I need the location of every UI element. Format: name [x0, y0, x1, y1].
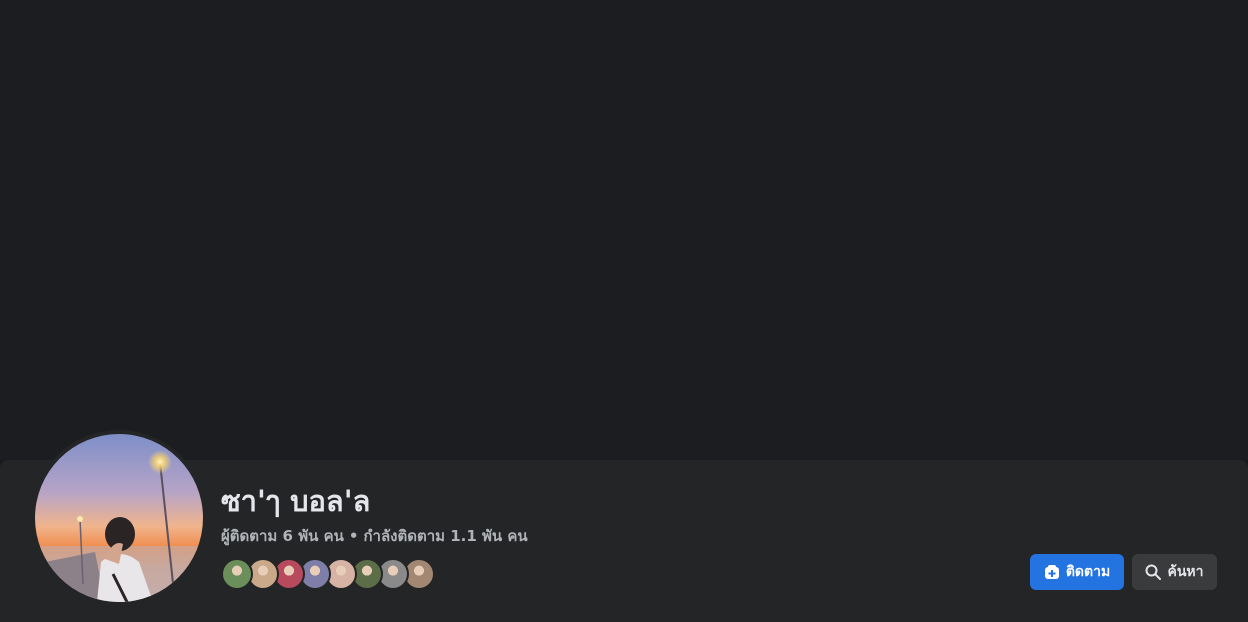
profile-photo	[35, 434, 203, 602]
search-icon	[1145, 564, 1162, 580]
follower-avatars[interactable]	[221, 558, 435, 590]
profile-avatar[interactable]	[35, 434, 203, 602]
search-button[interactable]: ค้นหา	[1132, 554, 1217, 590]
follow-button-label: ติดตาม	[1065, 564, 1111, 580]
search-button-label: ค้นหา	[1167, 564, 1204, 580]
following-count-link[interactable]: กำลังติดตาม 1.1 พัน คน	[363, 527, 527, 545]
follow-stats: ผู้ติดตาม 6 พัน คน • กำลังติดตาม 1.1 พัน ค…	[221, 526, 528, 546]
profile-name: ซา'ๅ บอล'ล	[221, 484, 371, 518]
followers-count-link[interactable]: ผู้ติดตาม 6 พัน คน	[221, 527, 344, 545]
follower-avatar-1[interactable]	[221, 558, 253, 590]
follow-button[interactable]: ติดตาม	[1030, 554, 1124, 590]
cover-photo[interactable]	[0, 0, 1248, 460]
stats-separator: •	[348, 527, 359, 545]
add-friend-icon	[1044, 564, 1060, 580]
